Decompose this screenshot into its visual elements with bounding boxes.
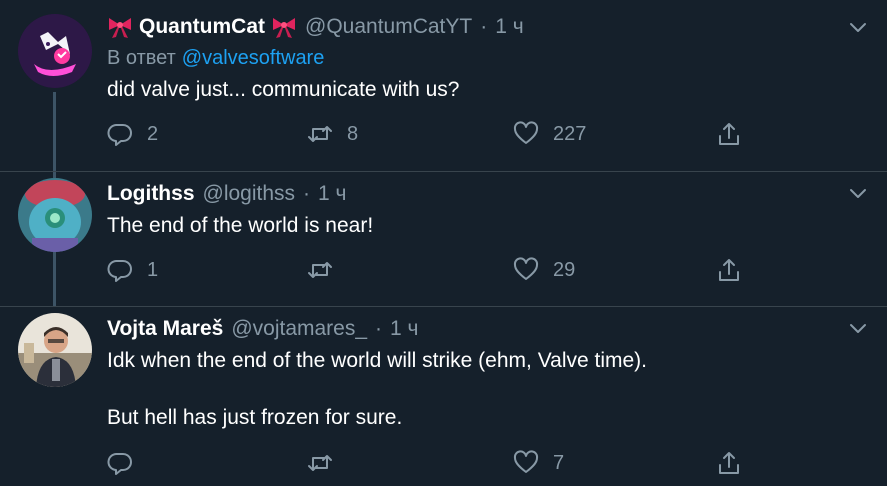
reply-button[interactable]: 1 — [107, 256, 158, 284]
like-button[interactable]: 7 — [513, 449, 564, 477]
heart-icon — [513, 450, 539, 473]
like-count: 227 — [553, 122, 587, 145]
retweet-icon — [308, 126, 332, 142]
tweet-header: Logithss @logithss · 1 ч — [107, 180, 347, 208]
tweet-text-line-2: But hell has just frozen for sure. — [107, 406, 403, 429]
display-name[interactable]: Logithss — [107, 180, 195, 208]
share-icon — [719, 123, 739, 145]
heart-icon — [513, 257, 539, 280]
retweet-icon — [308, 455, 332, 471]
retweet-button[interactable] — [307, 256, 347, 284]
ribbon-bow-icon — [109, 18, 131, 38]
tweet-logithss[interactable]: Logithss @logithss · 1 ч The end of the … — [0, 172, 887, 306]
heart-icon — [513, 121, 539, 144]
retweet-button[interactable]: 8 — [307, 120, 358, 148]
tweet-text: The end of the world is near! — [107, 214, 374, 237]
tweet-text: did valve just... communicate with us? — [107, 78, 460, 101]
reply-icon — [107, 453, 132, 475]
share-button[interactable] — [716, 449, 742, 477]
retweet-icon — [308, 262, 332, 278]
tweet-vojtamares[interactable]: Vojta Mareš @vojtamares_ · 1 ч Idk when … — [0, 307, 887, 486]
thread-line — [53, 92, 56, 171]
separator-dot: · — [375, 317, 383, 340]
timestamp[interactable]: 1 ч — [318, 180, 346, 208]
avatar-vojtamares[interactable] — [18, 313, 92, 387]
separator-dot: · — [303, 182, 311, 205]
tweet-actions: 7 — [107, 449, 747, 477]
reply-to-prefix: В ответ — [107, 47, 176, 69]
chevron-down-icon[interactable] — [847, 317, 869, 339]
like-button[interactable]: 29 — [513, 256, 575, 284]
avatar-logithss[interactable] — [18, 178, 92, 252]
like-count: 29 — [553, 258, 576, 281]
display-name[interactable]: QuantumCat — [139, 13, 265, 41]
share-icon — [719, 259, 739, 281]
thread-line — [53, 252, 56, 306]
chevron-down-icon[interactable] — [847, 16, 869, 38]
reply-count: 2 — [147, 122, 159, 145]
user-handle[interactable]: @QuantumCatYT — [305, 13, 472, 41]
retweet-button[interactable] — [307, 449, 347, 477]
tweet-feed: QuantumCat @QuantumCatYT · 1 ч В ответ @v… — [0, 0, 887, 486]
tweet-text-line-1: Idk when the end of the world will strik… — [107, 349, 648, 372]
retweet-count: 8 — [347, 122, 359, 145]
tweet-quantumcat[interactable]: QuantumCat @QuantumCatYT · 1 ч В ответ @v… — [0, 0, 887, 171]
avatar-quantumcat[interactable] — [18, 14, 92, 88]
tweet-header: Vojta Mareš @vojtamares_ · 1 ч — [107, 315, 419, 343]
share-button[interactable] — [716, 256, 742, 284]
reply-button[interactable]: 2 — [107, 120, 158, 148]
share-button[interactable] — [716, 120, 742, 148]
reply-button[interactable] — [107, 449, 147, 477]
user-handle[interactable]: @vojtamares_ — [231, 315, 367, 343]
tweet-header: QuantumCat @QuantumCatYT · 1 ч — [107, 13, 524, 41]
reply-count: 1 — [147, 258, 159, 281]
like-button[interactable]: 227 — [513, 120, 586, 148]
reply-icon — [107, 260, 132, 282]
timestamp[interactable]: 1 ч — [390, 315, 418, 343]
chevron-down-icon[interactable] — [847, 182, 869, 204]
tweet-actions: 2 8 227 — [107, 120, 747, 148]
display-name[interactable]: Vojta Mareš — [107, 315, 223, 343]
reply-to-link[interactable]: @valvesoftware — [182, 47, 325, 69]
reply-icon — [107, 124, 132, 146]
user-handle[interactable]: @logithss — [203, 180, 296, 208]
tweet-actions: 1 29 — [107, 256, 747, 284]
share-icon — [719, 452, 739, 474]
reply-context: В ответ @valvesoftware — [107, 47, 324, 70]
like-count: 7 — [553, 451, 565, 474]
ribbon-bow-icon — [273, 18, 295, 38]
timestamp[interactable]: 1 ч — [495, 13, 523, 41]
separator-dot: · — [480, 15, 488, 38]
